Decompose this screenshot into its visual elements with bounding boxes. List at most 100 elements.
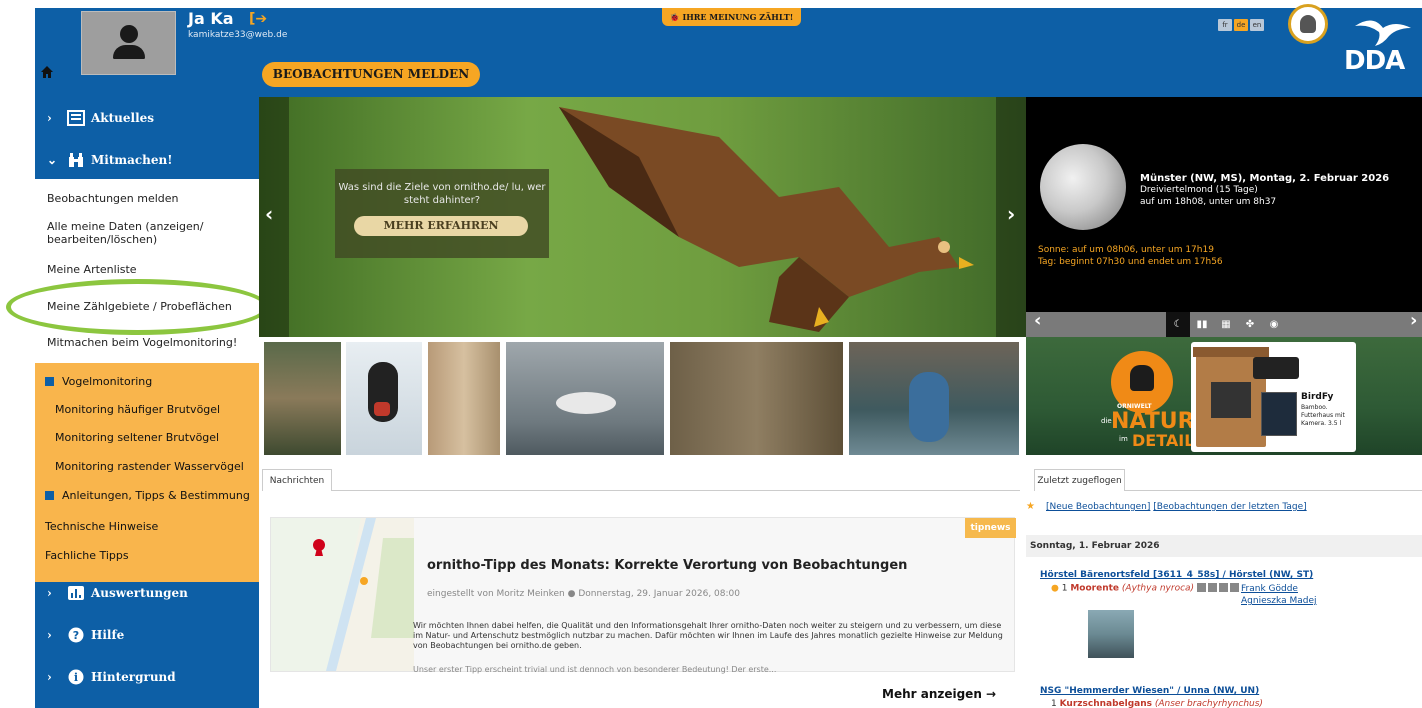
star-icon: ★ (1026, 501, 1035, 512)
submenu-haeufige-brutvoegel[interactable]: Monitoring häufiger Brutvögel (55, 403, 220, 416)
panel-prev-arrow-icon[interactable]: ‹ (1034, 310, 1041, 331)
info-panel-nav: ‹ ☾ ▮▮ ▦ ✤ ◉ › (1026, 310, 1422, 337)
moon-panel: Münster (NW, MS), Montag, 2. Februar 202… (1026, 97, 1422, 312)
sun-times: Sonne: auf um 08h06, unter um 17h19 (1038, 245, 1214, 255)
nav-label: Auswertungen (91, 586, 188, 600)
news-card[interactable]: tipnews ornitho-Tipp des Monats: Korrekt… (270, 517, 1016, 674)
observation-photo[interactable] (1088, 610, 1134, 658)
hero-prev-arrow-icon[interactable]: ‹ (265, 202, 273, 226)
news-title[interactable]: ornitho-Tipp des Monats: Korrekte Verort… (427, 558, 907, 573)
map-tab-icon[interactable]: ▮▮ (1190, 312, 1214, 337)
avatar[interactable] (81, 11, 176, 75)
nav-auswertungen[interactable]: › Auswertungen (35, 573, 259, 613)
submenu-beobachtungen-melden[interactable]: Beobachtungen melden (47, 192, 247, 205)
hero-info-box: Was sind die Ziele von ornitho.de/ lu, w… (335, 169, 549, 258)
monitoring-submenu: Vogelmonitoring Monitoring häufiger Brut… (35, 363, 259, 582)
dda-logo[interactable]: DDA (1344, 46, 1405, 76)
thumbnail-hawk[interactable] (264, 342, 341, 455)
submenu-vogelmonitoring-mitmachen[interactable]: Mitmachen beim Vogelmonitoring! (47, 336, 247, 349)
observer-link[interactable]: Agnieszka Madej (1241, 596, 1317, 606)
more-link[interactable]: Mehr anzeigen → (882, 687, 996, 701)
submenu-meine-artenliste[interactable]: Meine Artenliste (47, 263, 247, 276)
submenu-seltene-brutvoegel[interactable]: Monitoring seltener Brutvögel (55, 431, 219, 444)
ad-product-card: BirdFy Bamboo. Futterhaus mit Kamera. 3.… (1191, 342, 1356, 452)
location-link[interactable]: NSG "Hemmerder Wiesen" / Unna (NW, UN) (1040, 686, 1259, 696)
chevron-right-icon: › (47, 586, 52, 600)
nav-hilfe[interactable]: › ? Hilfe (35, 615, 259, 655)
hero-carousel: ‹ › Was sind die Ziele von ornitho.de/ l… (259, 97, 1026, 337)
square-icon (45, 491, 54, 500)
thumbnail-reeds[interactable] (428, 342, 500, 455)
news-meta: eingestellt von Moritz Meinken ● Donners… (427, 589, 740, 599)
nav-hintergrund[interactable]: › i Hintergrund (35, 657, 259, 697)
thumbnail-gull[interactable] (506, 342, 664, 455)
submenu-rastende-wasservoegel[interactable]: Monitoring rastender Wasservögel (55, 460, 244, 473)
newspaper-icon (67, 110, 85, 126)
compass-tab-icon[interactable]: ◉ (1262, 312, 1286, 337)
highlight-annotation (6, 279, 269, 335)
observation-row: ● 1 Moorente (Aythya nyroca) (1051, 583, 1241, 594)
moon-tab-icon[interactable]: ☾ (1166, 312, 1190, 337)
hero-more-button[interactable]: MEHR ERFAHREN (354, 216, 528, 236)
chevron-down-icon: ⌄ (47, 153, 58, 167)
nav-label: Aktuelles (91, 111, 155, 125)
user-name: Ja Ka (188, 9, 234, 28)
binoculars-icon (69, 153, 83, 167)
square-icon (45, 377, 54, 386)
recent-links: [Neue Beobachtungen] [Beobachtungen der … (1046, 502, 1307, 512)
submenu-anleitungen[interactable]: Anleitungen, Tipps & Bestimmung (45, 489, 250, 502)
bird-logo-icon (1355, 20, 1411, 46)
mitmachen-submenu: Beobachtungen melden Alle meine Daten (a… (35, 179, 259, 363)
news-body: Wir möchten Ihnen dabei helfen, die Qual… (413, 621, 1003, 650)
phone-image (1253, 357, 1299, 379)
logout-icon[interactable]: [➔ (249, 11, 267, 27)
news-category-badge: tipnews (965, 518, 1016, 538)
link-new-observations[interactable]: [Neue Beobachtungen] (1046, 502, 1150, 512)
news-teaser: Unser erster Tipp erscheint trivial und … (413, 665, 777, 674)
tab-nachrichten[interactable]: Nachrichten (262, 469, 332, 491)
bird-tab-icon[interactable]: ✤ (1238, 312, 1262, 337)
advertisement-banner[interactable]: ORNIWELT die NATUR im DETAIL BirdFy Bamb… (1026, 337, 1422, 455)
svg-text:i: i (74, 671, 78, 684)
feedback-badge[interactable]: 🐞 IHRE MEINUNG ZÄHLT! (662, 8, 801, 26)
header: Ja Ka [➔ kamikatze33@web.de 🐞 IHRE MEINU… (35, 4, 1422, 97)
info-icon: i (68, 669, 84, 685)
observation-icons (1196, 583, 1241, 593)
tab-zuletzt-zugeflogen[interactable]: Zuletzt zugeflogen (1034, 469, 1125, 491)
chevron-right-icon: › (47, 628, 52, 642)
thumbnail-woodpecker[interactable] (346, 342, 422, 455)
submenu-alle-meine-daten[interactable]: Alle meine Daten (anzeigen/ bearbeiten/l… (47, 220, 247, 246)
language-switcher: fr de en (1218, 19, 1264, 31)
lang-de[interactable]: de (1234, 19, 1248, 31)
nav-label: Hilfe (91, 628, 125, 642)
hero-text: Was sind die Ziele von ornitho.de/ lu, w… (338, 182, 546, 206)
emblem-logo[interactable] (1288, 4, 1328, 44)
red-kite-image (559, 107, 974, 332)
ad-im: im (1119, 435, 1128, 443)
thumbnail-treecreeper[interactable] (670, 342, 843, 455)
nav-label: Hintergrund (91, 670, 176, 684)
report-observations-button[interactable]: BEOBACHTUNGEN MELDEN (262, 62, 480, 87)
bar-chart-icon (68, 586, 84, 600)
lang-fr[interactable]: fr (1218, 19, 1232, 31)
submenu-fachliche-tipps[interactable]: Fachliche Tipps (45, 549, 129, 562)
submenu-vogelmonitoring[interactable]: Vogelmonitoring (45, 375, 152, 388)
thumbnail-kestrel[interactable] (849, 342, 1019, 455)
link-recent-days[interactable]: [Beobachtungen der letzten Tage] (1153, 502, 1306, 512)
observer-link[interactable]: Frank Gödde (1241, 584, 1298, 594)
nav-mitmachen[interactable]: ⌄ Mitmachen! (35, 140, 259, 180)
ad-product-name: BirdFy (1301, 392, 1334, 402)
lang-en[interactable]: en (1250, 19, 1264, 31)
submenu-technische-hinweise[interactable]: Technische Hinweise (45, 520, 158, 533)
user-email: kamikatze33@web.de (188, 30, 288, 40)
home-icon[interactable] (40, 65, 54, 79)
location-link[interactable]: Hörstel Bärenortsfeld [3611_4_58s] / Hör… (1040, 570, 1313, 580)
panel-next-arrow-icon[interactable]: › (1410, 310, 1417, 331)
nav-aktuelles[interactable]: › Aktuelles (35, 98, 259, 138)
moon-times: auf um 18h08, unter um 8h37 (1140, 197, 1277, 207)
solar-panel-image (1261, 392, 1297, 436)
moon-icon (1040, 144, 1126, 230)
recent-date: Sonntag, 1. Februar 2026 (1026, 535, 1422, 557)
grid-tab-icon[interactable]: ▦ (1214, 312, 1238, 337)
hero-next-arrow-icon[interactable]: › (1007, 202, 1015, 226)
